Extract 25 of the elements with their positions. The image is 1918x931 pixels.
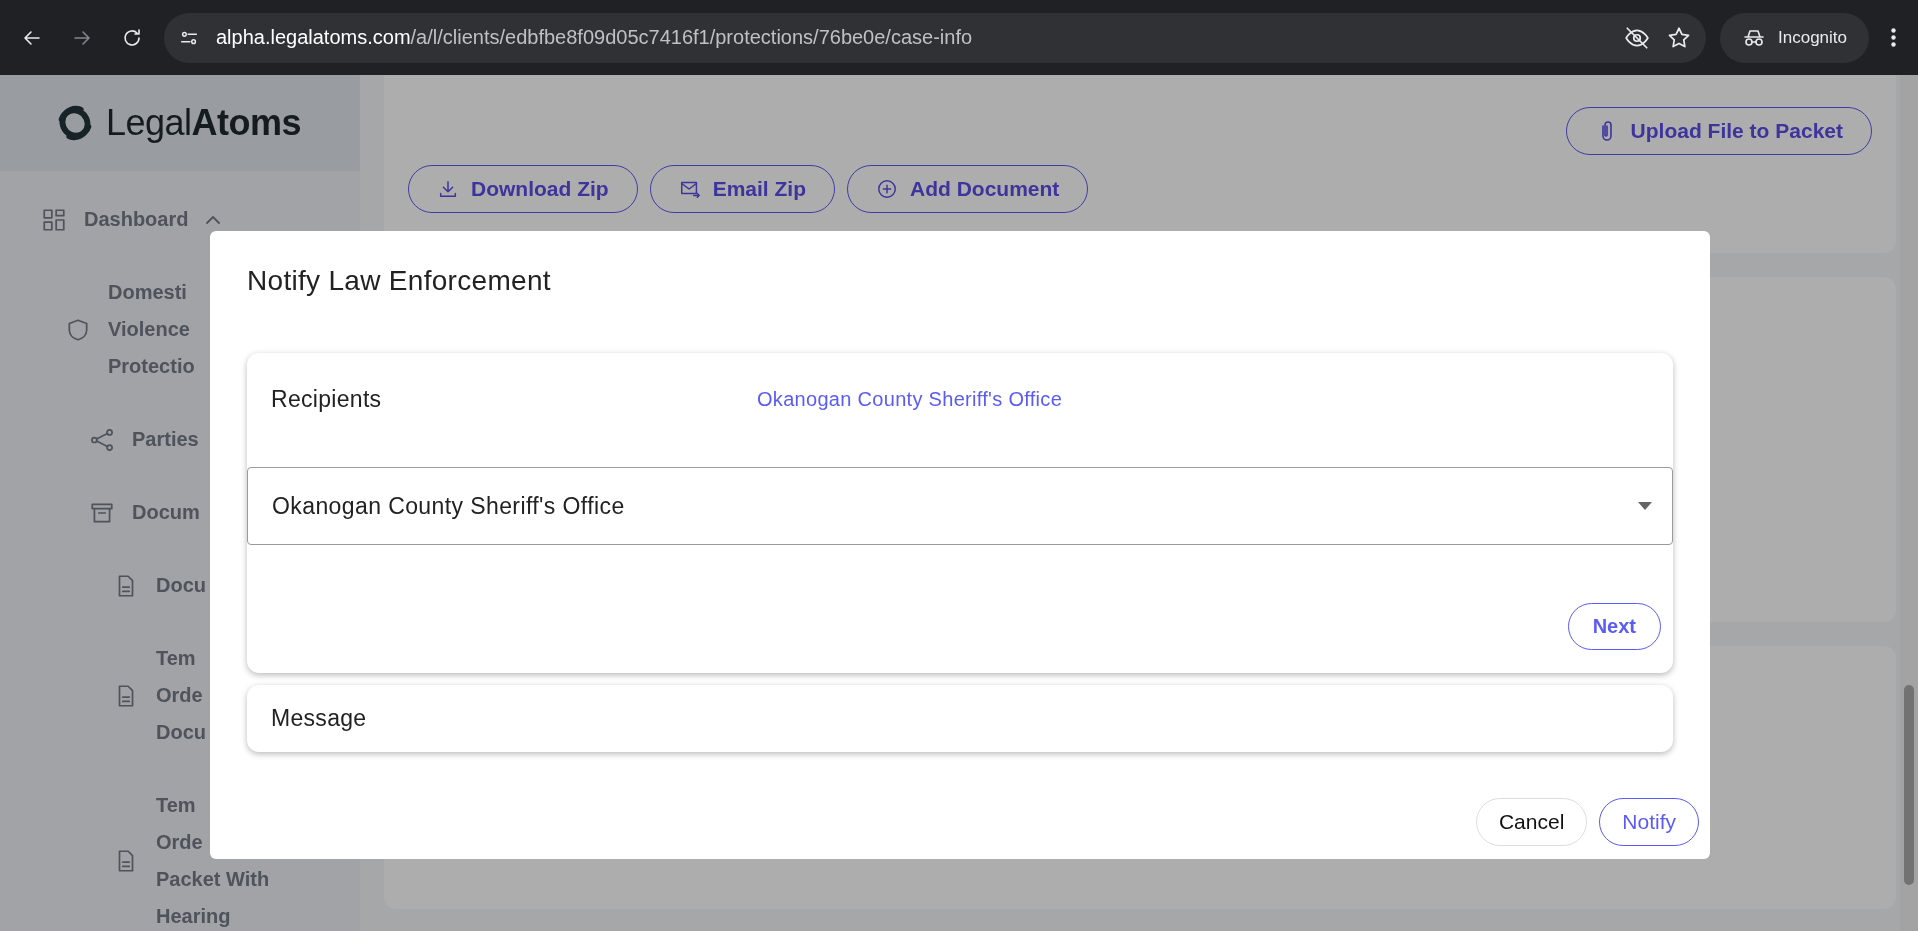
plus-circle-icon	[876, 178, 898, 200]
profile-button[interactable]: Incognito	[1720, 12, 1869, 63]
message-panel[interactable]: Message	[247, 685, 1673, 752]
dialog-action-button[interactable]: Notify	[1599, 798, 1699, 846]
recipients-label: Recipients	[271, 385, 383, 413]
nav-item[interactable]: Dashboard	[84, 201, 189, 238]
dialog-action-button[interactable]: Cancel	[1475, 798, 1588, 846]
nav-item[interactable]: Docum	[132, 494, 200, 531]
nav-item[interactable]: Domesti Violence Protectio	[108, 274, 195, 385]
chevron-up-icon[interactable]	[205, 214, 222, 225]
recipient-select[interactable]: Okanogan County Sheriff's Office	[247, 467, 1673, 545]
dialog-title: Notify Law Enforcement	[247, 265, 552, 297]
dropdown-icon	[1638, 502, 1652, 510]
eye-off-icon	[1624, 24, 1650, 51]
nav-item[interactable]: Parties	[132, 421, 199, 458]
grid-icon	[41, 206, 67, 233]
share-icon	[89, 426, 115, 453]
nav-item[interactable]: Docu	[156, 567, 206, 604]
recipient-value: Okanogan County Sheriff's Office	[757, 387, 1063, 411]
nav-item[interactable]: Tem Orde Docu	[156, 640, 206, 751]
scrollbar[interactable]	[1900, 75, 1918, 931]
more-icon[interactable]	[1891, 28, 1896, 47]
logo-text: LegalAtoms	[106, 102, 302, 144]
download-icon	[437, 178, 459, 200]
next-button[interactable]: Next	[1567, 603, 1661, 650]
